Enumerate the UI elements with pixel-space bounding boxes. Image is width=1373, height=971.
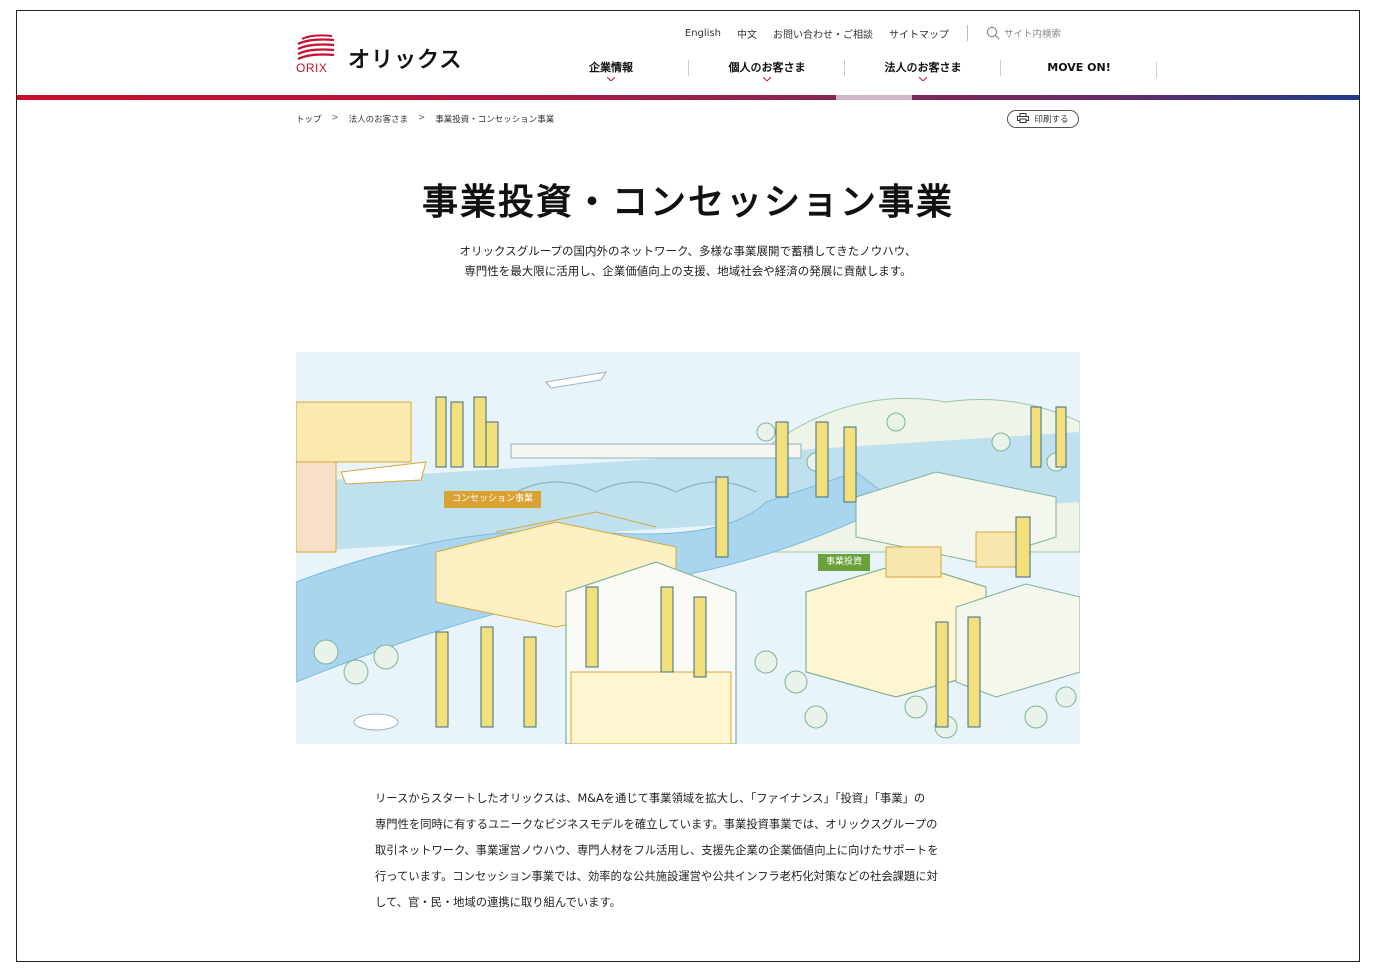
body-line: リースからスタートしたオリックスは、M&Aを通じて事業領域を拡大し、「ファイナン… xyxy=(375,792,926,805)
search-icon xyxy=(986,26,1000,40)
nav-item-corporate[interactable]: 企業情報 xyxy=(533,59,689,85)
nav-label: 企業情報 xyxy=(589,61,633,74)
breadcrumb-item-business[interactable]: 法人のお客さま xyxy=(349,113,409,125)
page-frame: ORIX オリックス English 中文 お問い合わせ・ご相談 サイトマップ … xyxy=(16,10,1360,962)
body-line: して、官・民・地域の連携に取り組んでいます。 xyxy=(375,896,621,909)
nav-label: 個人のお客さま xyxy=(728,61,806,74)
nav-item-move-on[interactable]: MOVE ON! xyxy=(1001,61,1157,84)
lead-text: オリックスグループの国内外のネットワーク、多様な事業展開で蓄積してきたノウハウ、… xyxy=(17,241,1359,281)
chevron-down-icon xyxy=(919,77,927,81)
chevron-down-icon xyxy=(607,77,615,81)
print-button[interactable]: 印刷する xyxy=(1007,110,1079,128)
utility-link-contact[interactable]: お問い合わせ・ご相談 xyxy=(773,26,873,41)
nav-label: 法人のお客さま xyxy=(884,61,962,74)
city-illustration xyxy=(296,352,1080,744)
page-title: 事業投資・コンセッション事業 xyxy=(421,182,954,223)
brand-stripe xyxy=(17,95,1359,100)
breadcrumb-separator: > xyxy=(418,113,426,123)
print-label: 印刷する xyxy=(1034,115,1069,125)
tag-concession[interactable]: コンセッション事業 xyxy=(444,491,542,508)
printer-icon xyxy=(1017,112,1030,126)
breadcrumb-separator: > xyxy=(331,113,339,123)
nav-label: MOVE ON! xyxy=(1047,60,1111,74)
global-nav: 企業情報 個人のお客さま 法人のお客さま MOVE ON! xyxy=(533,59,1157,85)
orix-logo-mark: ORIX xyxy=(296,33,336,75)
utility-link-chinese[interactable]: 中文 xyxy=(737,26,757,41)
breadcrumb-item-top[interactable]: トップ xyxy=(296,113,322,125)
logo-word: ORIX xyxy=(296,61,328,75)
utility-nav: English 中文 お問い合わせ・ご相談 サイトマップ サイト内検索 xyxy=(685,25,1061,41)
search-placeholder: サイト内検索 xyxy=(1003,29,1061,40)
logo-japanese: オリックス xyxy=(348,48,463,73)
breadcrumb: トップ > 法人のお客さま > 事業投資・コンセッション事業 xyxy=(296,113,554,125)
nav-item-individual[interactable]: 個人のお客さま xyxy=(689,59,845,85)
lead-line: 専門性を最大限に活用し、企業価値向上の支援、地域社会や経済の発展に貢献します。 xyxy=(464,264,912,278)
orix-logo[interactable]: ORIX オリックス xyxy=(296,33,463,75)
utility-link-english[interactable]: English xyxy=(685,28,721,39)
active-nav-indicator xyxy=(836,95,912,100)
body-paragraph: リースからスタートしたオリックスは、M&Aを通じて事業領域を拡大し、「ファイナン… xyxy=(375,786,1005,916)
tag-business-investment[interactable]: 事業投資 xyxy=(818,554,871,571)
chevron-down-icon xyxy=(763,77,771,81)
body-line: 専門性を同時に有するユニークなビジネスモデルを確立しています。事業投資事業では、… xyxy=(375,818,938,831)
hero-illustration: コンセッション事業 事業投資 xyxy=(296,352,1080,744)
site-header: ORIX オリックス English 中文 お問い合わせ・ご相談 サイトマップ … xyxy=(17,11,1359,95)
lead-line: オリックスグループの国内外のネットワーク、多様な事業展開で蓄積してきたノウハウ、 xyxy=(459,244,917,258)
utility-link-sitemap[interactable]: サイトマップ xyxy=(889,26,949,41)
breadcrumb-item-current: 事業投資・コンセッション事業 xyxy=(435,115,555,125)
body-line: 取引ネットワーク、事業運営ノウハウ、専門人材をフル活用し、支援先企業の企業価値向… xyxy=(375,844,939,857)
body-line: 行っています。コンセッション事業では、効率的な公共施設運営や公共インフラ老朽化対… xyxy=(375,870,938,883)
nav-item-business[interactable]: 法人のお客さま xyxy=(845,59,1001,85)
utility-divider xyxy=(966,25,968,41)
site-search[interactable]: サイト内検索 xyxy=(986,26,1061,40)
